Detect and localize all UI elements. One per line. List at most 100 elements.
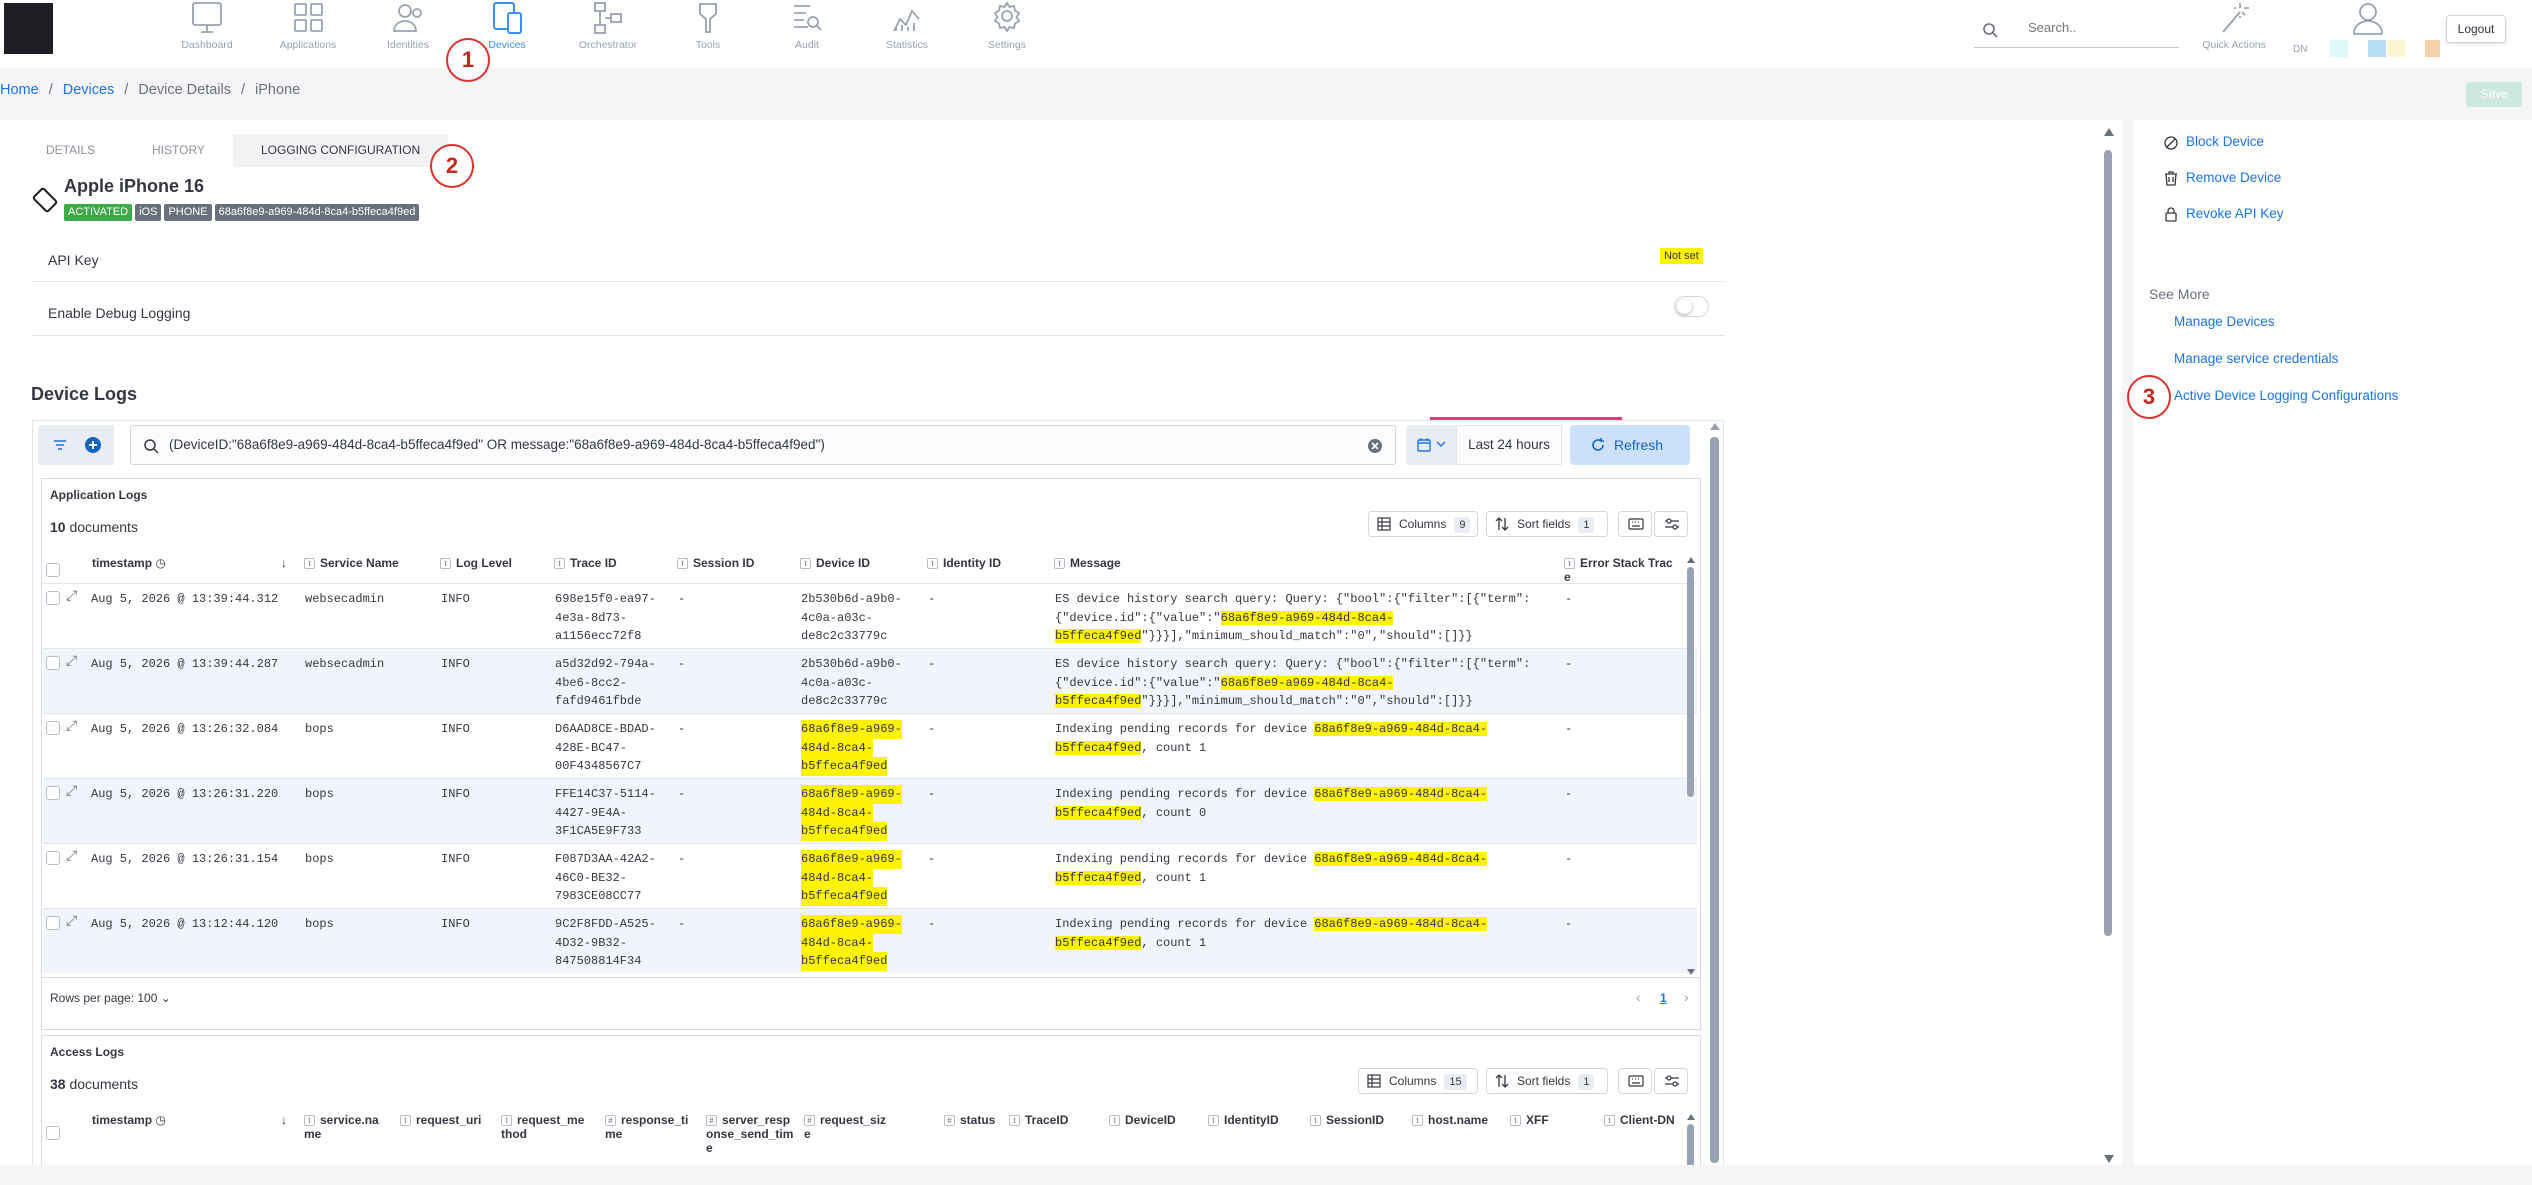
select-all-checkbox[interactable] (46, 563, 60, 577)
table-row[interactable]: ⤢ Aug 5, 2026 @ 13:12:44.120 bops INFO 9C2F8… (43, 908, 1697, 973)
row-checkbox[interactable] (46, 721, 60, 735)
access-column-header[interactable]: t request_uri (400, 1113, 481, 1127)
table-row[interactable]: ⤢ Aug 5, 2026 @ 13:26:31.154 bops INFO F087D… (43, 843, 1697, 908)
sort-desc-icon[interactable]: ↓ (281, 556, 287, 570)
devices-icon (493, 2, 522, 34)
expand-row-icon[interactable]: ⤢ (66, 718, 77, 737)
nav-identities[interactable]: Identities (363, 0, 453, 62)
breadcrumb-devices[interactable]: Devices (63, 82, 115, 98)
row-checkbox[interactable] (46, 851, 60, 865)
keyboard-shortcuts-button[interactable] (1618, 1068, 1652, 1094)
select-all-checkbox[interactable] (46, 1126, 60, 1140)
nav-settings[interactable]: Settings (962, 0, 1052, 62)
cell-session-id: - (678, 722, 686, 736)
access-column-header[interactable]: t request_me thod (501, 1113, 584, 1141)
app-logo[interactable] (4, 3, 53, 54)
global-search[interactable] (1974, 16, 2179, 48)
logs-scrollbar[interactable] (1709, 423, 1721, 1163)
access-column-header[interactable]: timestamp ◷ (92, 1113, 166, 1127)
expand-row-icon[interactable]: ⤢ (66, 913, 77, 932)
user-avatar-icon[interactable] (2350, 0, 2386, 36)
os-badge: iOS (135, 204, 162, 221)
refresh-button[interactable]: Refresh (1570, 425, 1690, 465)
time-range[interactable]: Last 24 hours (1456, 425, 1562, 465)
access-column-header[interactable]: t host.name (1412, 1113, 1488, 1127)
table-row[interactable]: ⤢ Aug 5, 2026 @ 13:39:44.312 websecadmin IN… (43, 583, 1697, 648)
divider (31, 335, 1725, 336)
column-header-session-id[interactable]: t Session ID (677, 556, 754, 570)
grid-scrollbar[interactable] (1686, 557, 1696, 977)
table-row[interactable]: ⤢ Aug 5, 2026 @ 13:26:32.084 bops INFO D6AAD… (43, 713, 1697, 778)
nav-orchestrator[interactable]: Orchestrator (563, 0, 653, 62)
breadcrumb-home[interactable]: Home (0, 82, 39, 98)
expand-row-icon[interactable]: ⤢ (66, 588, 77, 607)
search-input[interactable] (2028, 20, 2178, 35)
nav-statistics[interactable]: Statistics (862, 0, 952, 62)
column-header-device-id[interactable]: t Device ID (800, 556, 870, 570)
nav-audit[interactable]: Audit (762, 0, 852, 62)
sort-fields-button[interactable]: Sort fields 1 (1486, 1068, 1608, 1094)
access-column-header[interactable]: t IdentityID (1208, 1113, 1279, 1127)
display-options-button[interactable] (1654, 511, 1688, 537)
logout-button[interactable]: Logout (2446, 15, 2506, 43)
expand-row-icon[interactable]: ⤢ (66, 653, 77, 672)
expand-row-icon[interactable]: ⤢ (66, 848, 77, 867)
nav-tools[interactable]: Tools (663, 0, 753, 62)
active-device-logging-configurations-link[interactable]: Active Device Logging Configurations (2174, 388, 2398, 403)
expand-row-icon[interactable]: ⤢ (66, 783, 77, 802)
nav-dashboard[interactable]: Dashboard (162, 0, 252, 62)
access-column-header[interactable]: t service.na me (304, 1113, 379, 1141)
access-column-header[interactable]: # status (944, 1113, 995, 1127)
access-column-header[interactable]: t DeviceID (1109, 1113, 1176, 1127)
manage-service-credentials-link[interactable]: Manage service credentials (2174, 351, 2338, 366)
column-header-error-stack-trace[interactable]: t Error Stack Trac e (1564, 556, 1673, 584)
debug-logging-toggle[interactable] (1674, 296, 1709, 317)
add-filter-icon[interactable] (84, 436, 102, 454)
columns-button[interactable]: Columns 15 (1358, 1068, 1478, 1094)
tab-details[interactable]: DETAILS (46, 134, 95, 167)
access-column-header[interactable]: # response_ti me (605, 1113, 688, 1141)
nav-applications[interactable]: Applications (263, 0, 353, 62)
row-checkbox[interactable] (46, 916, 60, 930)
clear-query-icon[interactable] (1367, 438, 1383, 454)
keyboard-shortcuts-button[interactable] (1618, 511, 1652, 537)
columns-button[interactable]: Columns 9 (1368, 511, 1478, 537)
table-row[interactable]: ⤢ Aug 5, 2026 @ 13:39:44.287 websecadmin IN… (43, 648, 1697, 713)
filter-icon[interactable] (53, 438, 67, 452)
column-header-service-name[interactable]: t Service Name (304, 556, 399, 570)
save-button[interactable]: Save (2466, 82, 2522, 107)
row-checkbox[interactable] (46, 591, 60, 605)
next-page-icon[interactable]: › (1684, 989, 1689, 1005)
prev-page-icon[interactable]: ‹ (1636, 989, 1641, 1005)
access-column-header[interactable]: t SessionID (1310, 1113, 1384, 1127)
query-input[interactable]: (DeviceID:"68a6f8e9-a969-484d-8ca4-b5ffe… (130, 425, 1396, 465)
column-header-timestamp[interactable]: timestamp ◷ (92, 556, 166, 570)
row-checkbox[interactable] (46, 786, 60, 800)
page-scrollbar[interactable] (2103, 128, 2114, 1163)
page-number[interactable]: 1 (1660, 991, 1667, 1005)
row-checkbox[interactable] (46, 656, 60, 670)
column-header-log-level[interactable]: t Log Level (440, 556, 512, 570)
tab-logging-configuration[interactable]: LOGGING CONFIGURATION (233, 134, 449, 167)
access-column-header[interactable]: t XFF (1510, 1113, 1549, 1127)
sort-fields-button[interactable]: Sort fields 1 (1486, 511, 1608, 537)
access-column-header[interactable]: t TraceID (1009, 1113, 1068, 1127)
display-options-button[interactable] (1654, 1068, 1688, 1094)
quick-actions-button[interactable]: Quick Actions (2198, 0, 2270, 62)
column-header-trace-id[interactable]: t Trace ID (554, 556, 617, 570)
tab-history[interactable]: HISTORY (152, 134, 205, 167)
cell-trace-id: F087D3AA-42A2- (555, 852, 656, 866)
access-column-header[interactable]: t Client-DN (1604, 1113, 1675, 1127)
table-row[interactable]: ⤢ Aug 5, 2026 @ 13:26:31.220 bops INFO FFE14… (43, 778, 1697, 843)
rows-per-page[interactable]: Rows per page: 100 ⌄ (50, 991, 171, 1005)
grid-scrollbar[interactable] (1686, 1114, 1696, 1165)
column-header-message[interactable]: t Message (1054, 556, 1121, 570)
access-column-header[interactable]: # request_siz e (804, 1113, 886, 1141)
manage-devices-link[interactable]: Manage Devices (2174, 314, 2275, 329)
access-column-header[interactable]: # server_resp onse_send_tim e (706, 1113, 793, 1155)
cell-error-stack-trace: - (1565, 787, 1573, 801)
api-key-label: API Key (48, 252, 99, 268)
sort-desc-icon[interactable]: ↓ (281, 1113, 287, 1127)
column-header-identity-id[interactable]: t Identity ID (927, 556, 1001, 570)
date-picker-button[interactable] (1406, 425, 1456, 465)
